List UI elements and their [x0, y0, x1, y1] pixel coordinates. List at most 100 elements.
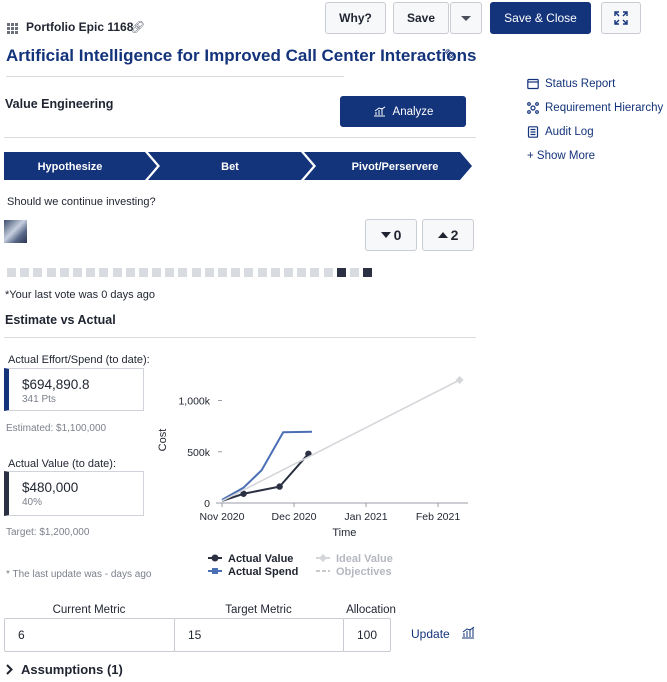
downvote-button[interactable]: 0	[365, 219, 417, 251]
avatar[interactable]	[4, 220, 27, 243]
x-tick-label: Feb 2021	[416, 511, 461, 523]
vote-dot	[191, 268, 201, 277]
vote-dot	[20, 268, 30, 277]
legend-label: Objectives	[336, 566, 392, 578]
analyze-button[interactable]: Analyze	[340, 96, 466, 127]
current-metric-input[interactable]: 6	[4, 618, 175, 652]
side-link-label: Status Report	[545, 78, 616, 90]
effort-value: $694,890.8	[22, 377, 90, 392]
vote-dot	[86, 268, 96, 277]
value-engineering-title: Value Engineering	[5, 97, 114, 111]
legend-swatch-marker	[212, 568, 218, 574]
assumptions-toggle[interactable]: Assumptions (1)	[6, 662, 123, 677]
epic-id: Portfolio Epic 1168	[26, 20, 134, 34]
y-axis-label: Cost	[157, 429, 169, 452]
vote-dot-active	[363, 268, 373, 277]
vote-dot	[165, 268, 175, 277]
chevron-down-icon	[461, 15, 471, 21]
upvote-count: 2	[450, 227, 459, 243]
vote-dot	[59, 268, 69, 277]
value-label: Actual Value (to date):	[8, 458, 117, 470]
chart-icon	[373, 106, 385, 117]
value-value: $480,000	[22, 480, 79, 495]
status-report-link[interactable]: Status Report	[527, 78, 615, 90]
vote-dot-active	[336, 268, 346, 277]
last-vote-note: *Your last vote was 0 days ago	[5, 289, 156, 301]
stage-pipeline: Hypothesize Bet Pivot/Perservere	[4, 152, 472, 180]
audit-log-link[interactable]: Audit Log	[527, 126, 594, 138]
estimate-divider	[4, 337, 476, 338]
status-report-icon	[527, 78, 539, 90]
vote-dot	[125, 268, 135, 277]
legend-swatch-marker	[319, 554, 327, 562]
vote-dot	[257, 268, 267, 277]
save-dropdown-button[interactable]	[450, 2, 482, 34]
vote-dot	[178, 268, 188, 277]
audit-log-icon	[527, 126, 539, 138]
vote-dot	[283, 268, 293, 277]
save-button[interactable]: Save	[393, 2, 449, 34]
update-link[interactable]: Update	[411, 627, 450, 641]
effort-label: Actual Effort/Spend (to date):	[8, 354, 150, 366]
side-link-label: Audit Log	[545, 126, 594, 138]
save-close-button[interactable]: Save & Close	[490, 2, 591, 34]
vote-dot	[244, 268, 254, 277]
vote-dot	[99, 268, 109, 277]
assumptions-label: Assumptions (1)	[21, 662, 123, 677]
legend-label: Actual Spend	[228, 566, 298, 578]
vote-dot	[323, 268, 333, 277]
stage-label: Pivot/Perservere	[352, 161, 439, 173]
current-metric-label: Current Metric	[52, 604, 126, 616]
legend-label: Ideal Value	[336, 553, 393, 565]
target-metric-label: Target Metric	[225, 604, 292, 616]
legend-label: Actual Value	[228, 553, 293, 565]
vote-dot	[72, 268, 82, 277]
vote-dot	[46, 268, 56, 277]
target-note: Target: $1,200,000	[6, 527, 90, 538]
pencil-icon[interactable]: ✎	[444, 46, 457, 64]
vote-dot	[218, 268, 227, 277]
vote-dot	[231, 268, 241, 277]
data-point	[276, 483, 283, 490]
analyze-label: Analyze	[392, 105, 434, 118]
vote-history	[7, 268, 373, 277]
legend-swatch-marker	[211, 554, 219, 562]
x-tick-label: Nov 2020	[200, 511, 245, 523]
series-line-ideal-value	[221, 379, 460, 502]
stage-label: Hypothesize	[38, 161, 103, 173]
section-divider	[4, 137, 476, 138]
why-button[interactable]: Why?	[325, 2, 386, 34]
vote-dot	[152, 268, 162, 277]
chart-update-icon[interactable]	[461, 626, 475, 639]
vote-dot	[33, 268, 43, 277]
estimate-title: Estimate vs Actual	[5, 313, 116, 327]
caret-down-icon	[380, 232, 391, 238]
fullscreen-button[interactable]	[601, 2, 641, 34]
portfolio-epic-icon	[7, 23, 18, 34]
vote-dot	[297, 268, 307, 277]
value-pct: 40%	[22, 497, 43, 508]
hierarchy-icon	[527, 102, 539, 114]
vote-dot	[112, 268, 122, 277]
show-more-link[interactable]: + Show More	[527, 150, 595, 162]
value-card: $480,000 40%	[4, 471, 144, 516]
requirement-hierarchy-link[interactable]: Requirement Hierarchy	[527, 102, 663, 114]
effort-points: 341 Pts	[22, 394, 56, 405]
caret-up-icon	[437, 232, 448, 238]
link-icon[interactable]: 🔗︎	[130, 20, 145, 34]
allocation-label: Allocation	[346, 604, 396, 616]
allocation-input[interactable]: 100	[343, 618, 391, 652]
vote-dot	[349, 268, 359, 277]
y-tick-label: 1,000k	[178, 396, 210, 408]
last-update-note: * The last update was - days ago	[6, 569, 152, 580]
invest-question: Should we continue investing?	[7, 196, 156, 208]
title-divider	[6, 76, 344, 77]
upvote-button[interactable]: 2	[422, 219, 474, 251]
target-metric-input[interactable]: 15	[174, 618, 344, 652]
vote-dot	[138, 268, 148, 277]
vote-dot	[270, 268, 280, 277]
estimate-chart: 0 500k 1,000k Nov 2020 Dec 2020 Jan 2021 Feb 2…	[157, 376, 468, 578]
x-tick-label: Dec 2020	[272, 511, 317, 523]
vote-dot	[7, 268, 16, 277]
vote-dot	[310, 268, 320, 277]
